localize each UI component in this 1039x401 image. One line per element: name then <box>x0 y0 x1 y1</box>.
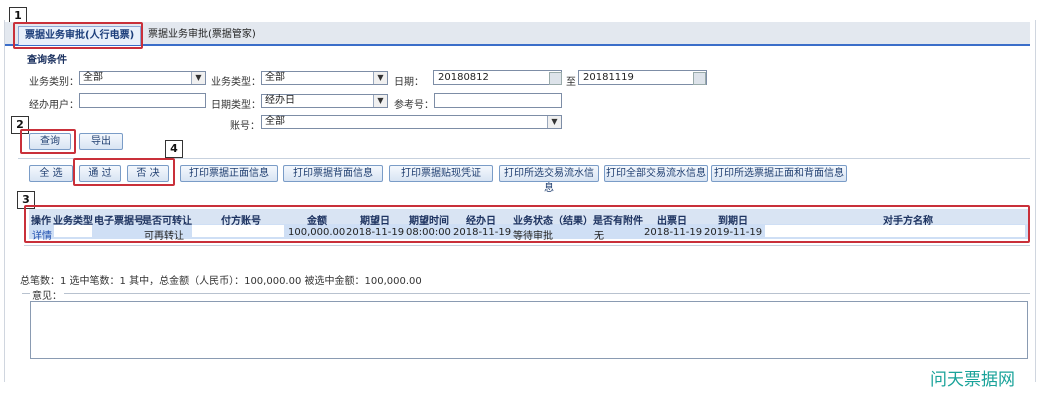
chevron-down-icon: ▼ <box>191 72 205 84</box>
callout-4: 4 <box>165 140 183 158</box>
handler-label: 经办用户： <box>29 100 79 111</box>
ref-label: 参考号： <box>394 100 434 111</box>
print-discount-button[interactable]: 打印票据贴现凭证 <box>389 165 493 182</box>
watermark-text: 问天票据网 <box>930 370 1015 390</box>
business-category-label: 业务类别： <box>29 77 79 88</box>
print-front-button[interactable]: 打印票据正面信息 <box>180 165 278 182</box>
business-type-select[interactable]: 全部 ▼ <box>261 71 388 85</box>
account-value: 全部 <box>265 116 285 127</box>
date-to-input[interactable]: 20181119 <box>578 70 707 85</box>
query-section-title: 查询条件 <box>27 55 67 66</box>
date-type-label: 日期类型： <box>211 100 261 111</box>
summary-text: 总笔数：1 选中笔数：1 其中，总金额（人民币）：100,000.00 被选中金… <box>20 276 422 287</box>
calendar-icon[interactable] <box>549 72 562 85</box>
handler-input[interactable] <box>79 93 206 108</box>
print-selected-front-back-button[interactable]: 打印所选票据正面和背面信息 <box>711 165 847 182</box>
chevron-down-icon: ▼ <box>547 116 561 128</box>
highlight-box-3 <box>24 205 1030 243</box>
divider <box>24 245 1030 246</box>
business-type-value: 全部 <box>265 72 285 83</box>
ref-input[interactable] <box>434 93 562 108</box>
print-selected-flow-button[interactable]: 打印所选交易流水信息 <box>499 165 599 194</box>
business-category-select[interactable]: 全部 ▼ <box>79 71 206 85</box>
select-all-button[interactable]: 全 选 <box>29 165 73 182</box>
date-from-input[interactable]: 20180812 <box>433 70 562 85</box>
date-type-select[interactable]: 经办日 ▼ <box>261 94 388 108</box>
date-type-value: 经办日 <box>265 95 295 106</box>
highlight-box-2 <box>20 129 76 154</box>
chevron-down-icon: ▼ <box>373 95 387 107</box>
print-all-flow-button[interactable]: 打印全部交易流水信息 <box>604 165 708 182</box>
export-button[interactable]: 导出 <box>79 133 123 150</box>
date-label: 日期： <box>394 77 424 88</box>
highlight-box-4 <box>73 158 175 186</box>
opinion-label: 意见： <box>30 287 64 302</box>
business-type-label: 业务类型： <box>211 77 261 88</box>
tab-bill-manager[interactable]: 票据业务审批(票据管家) <box>142 26 262 44</box>
opinion-textarea[interactable] <box>30 301 1028 359</box>
print-back-button[interactable]: 打印票据背面信息 <box>283 165 383 182</box>
date-to-label: 至 <box>566 77 576 88</box>
calendar-icon[interactable] <box>693 72 706 85</box>
business-category-value: 全部 <box>83 72 103 83</box>
chevron-down-icon: ▼ <box>373 72 387 84</box>
highlight-box-1 <box>13 22 143 49</box>
account-select[interactable]: 全部 ▼ <box>261 115 562 129</box>
account-label: 账号： <box>230 121 260 132</box>
